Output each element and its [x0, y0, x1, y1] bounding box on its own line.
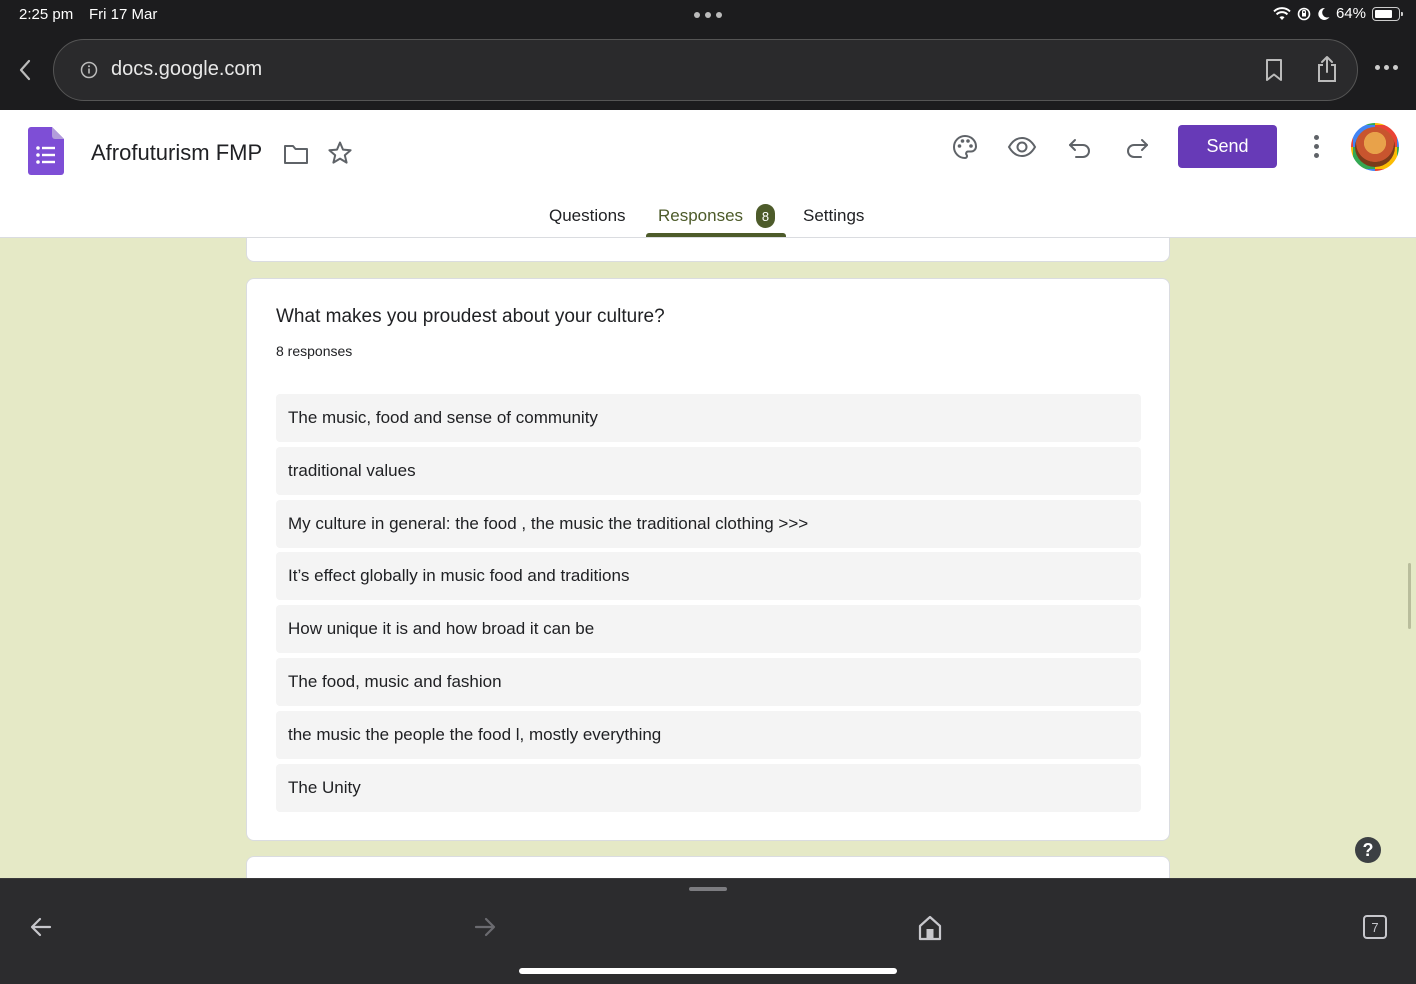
tab-settings[interactable]: Settings — [803, 206, 864, 226]
google-forms-logo-icon[interactable] — [28, 127, 64, 175]
status-bar: 2:25 pm Fri 17 Mar 64% — [0, 0, 1416, 30]
responses-count-badge: 8 — [756, 204, 775, 228]
star-icon[interactable] — [327, 140, 353, 166]
responses-content[interactable]: What makes you proudest about your cultu… — [0, 238, 1416, 878]
help-icon[interactable]: ? — [1355, 837, 1381, 863]
tab-responses[interactable]: Responses — [658, 206, 743, 226]
chevron-left-icon[interactable] — [14, 57, 36, 83]
next-question-card — [246, 856, 1170, 878]
share-icon[interactable] — [1316, 55, 1338, 83]
folder-icon[interactable] — [283, 143, 309, 165]
home-indicator[interactable] — [519, 968, 897, 974]
url-text[interactable]: docs.google.com — [111, 58, 262, 81]
arrow-left-icon[interactable] — [29, 915, 53, 939]
undo-icon[interactable] — [1067, 133, 1093, 161]
form-tabs: Questions Responses 8 Settings — [0, 204, 1416, 238]
browser-toolbar: docs.google.com — [0, 30, 1416, 110]
send-button[interactable]: Send — [1178, 125, 1277, 168]
active-tab-indicator — [646, 233, 786, 237]
list-item: the music the people the food l, mostly … — [276, 710, 1141, 759]
list-item: The food, music and fashion — [276, 657, 1141, 706]
battery-icon — [1372, 6, 1403, 21]
list-item: My culture in general: the food , the mu… — [276, 499, 1141, 548]
status-date: Fri 17 Mar — [89, 6, 158, 23]
list-item: How unique it is and how broad it can be — [276, 605, 1141, 654]
response-count: 8 responses — [276, 343, 353, 359]
battery-percent: 64% — [1335, 5, 1366, 22]
list-item: It’s effect globally in music food and t… — [276, 552, 1141, 601]
palette-icon[interactable] — [951, 133, 979, 161]
browser-bottom-toolbar: 7 — [0, 878, 1416, 984]
tabs-count-icon[interactable]: 7 — [1363, 915, 1387, 939]
wifi-icon — [1273, 6, 1291, 20]
more-vert-icon[interactable] — [1314, 135, 1319, 158]
scrollbar[interactable] — [1408, 563, 1411, 629]
avatar[interactable] — [1351, 123, 1399, 171]
url-field[interactable]: docs.google.com — [53, 39, 1358, 101]
more-options-icon[interactable] — [1375, 65, 1398, 70]
redo-icon[interactable] — [1124, 133, 1150, 161]
list-item: traditional values — [276, 446, 1141, 495]
home-icon[interactable] — [918, 915, 942, 941]
list-item: The Unity — [276, 763, 1141, 812]
moon-icon — [1318, 7, 1330, 20]
tab-questions[interactable]: Questions — [549, 206, 626, 226]
preview-eye-icon[interactable] — [1007, 133, 1037, 161]
form-title[interactable]: Afrofuturism FMP — [91, 140, 262, 166]
question-summary-card: What makes you proudest about your cultu… — [246, 278, 1170, 841]
status-indicators: 64% — [1273, 5, 1403, 22]
list-item: The music, food and sense of community — [276, 394, 1141, 442]
multitasking-dots[interactable] — [694, 12, 722, 18]
arrow-right-icon[interactable] — [473, 915, 497, 939]
orientation-lock-icon — [1297, 7, 1311, 20]
info-icon[interactable] — [80, 61, 98, 79]
forms-header: Afrofuturism FMP Send Questions Response… — [0, 110, 1416, 238]
question-title: What makes you proudest about your cultu… — [276, 306, 665, 327]
bookmark-icon[interactable] — [1264, 58, 1284, 82]
drag-handle[interactable] — [689, 887, 727, 891]
status-time: 2:25 pm — [19, 6, 74, 23]
response-list: The music, food and sense of community t… — [276, 394, 1141, 816]
previous-question-card — [246, 238, 1170, 262]
